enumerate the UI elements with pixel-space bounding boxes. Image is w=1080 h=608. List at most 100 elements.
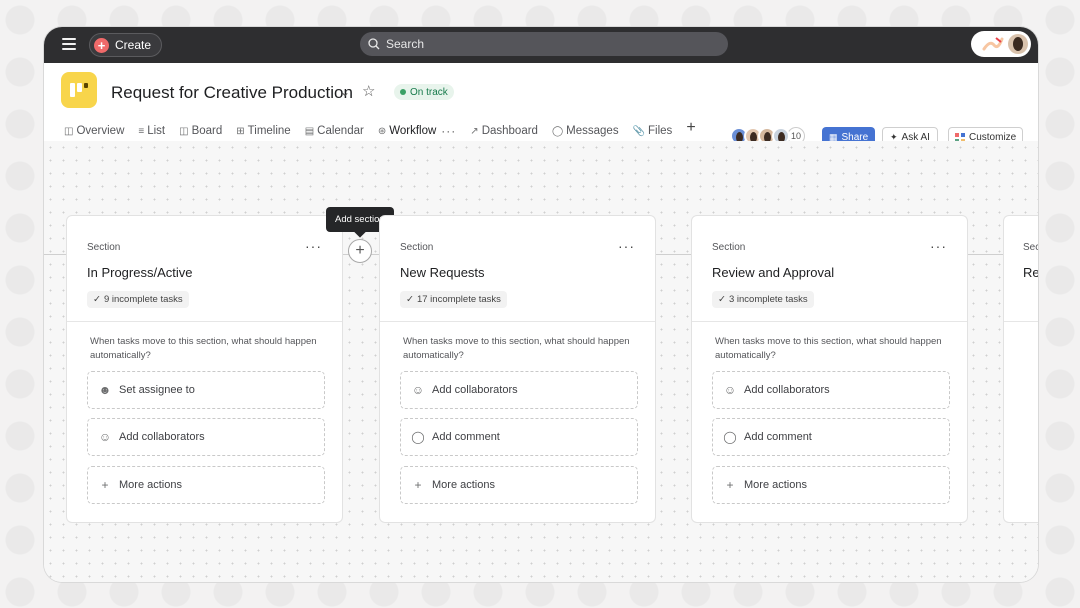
- section-title[interactable]: New Requests: [400, 265, 485, 280]
- add-tab-icon[interactable]: +: [686, 120, 695, 136]
- section-title[interactable]: Re: [1023, 265, 1038, 280]
- action-label: Add collaborators: [744, 384, 830, 396]
- board-icon: ◫: [179, 125, 189, 137]
- dashboard-icon: ↗: [470, 125, 479, 137]
- status-dot-icon: [400, 89, 406, 95]
- section-header: Section ··· Review and Approval ✓︎ 3 inco…: [692, 216, 967, 322]
- add-section-button[interactable]: +: [348, 239, 372, 263]
- comment-icon: ◯: [411, 430, 425, 444]
- more-icon[interactable]: ···: [930, 238, 947, 254]
- tab-label: Dashboard: [481, 125, 538, 137]
- search-icon: [368, 38, 380, 50]
- incomplete-tasks-badge[interactable]: ✓︎ 3 incomplete tasks: [712, 291, 814, 308]
- status-badge[interactable]: On track: [394, 84, 454, 100]
- incomplete-tasks-badge[interactable]: ✓︎ 9 incomplete tasks: [87, 291, 189, 308]
- badge-label: 9 incomplete tasks: [103, 294, 183, 305]
- section-label: Section: [712, 242, 746, 253]
- person-icon: ☻: [98, 383, 112, 397]
- action-label: Add collaborators: [432, 384, 518, 396]
- page-title: Request for Creative Production: [111, 83, 353, 102]
- action-label: Add comment: [432, 431, 500, 443]
- action-label: Set assignee to: [119, 384, 195, 396]
- action-label: More actions: [432, 479, 495, 491]
- add-collaborators-button[interactable]: ☺ Add collaborators: [87, 418, 325, 456]
- plus-icon: +: [414, 478, 422, 492]
- automation-prompt: When tasks move to this section, what sh…: [715, 336, 942, 361]
- section-label: Section: [87, 242, 121, 253]
- badge-label: 3 incomplete tasks: [728, 294, 808, 305]
- plus-icon: +: [94, 37, 109, 53]
- check-circle-icon: ✓︎: [93, 294, 101, 305]
- more-icon[interactable]: ···: [441, 124, 456, 138]
- avatar: [1008, 34, 1028, 54]
- add-collaborators-button[interactable]: ☺ Add collaborators: [712, 371, 950, 409]
- board-project-icon: [70, 83, 88, 97]
- section-header: Sec Re: [1004, 216, 1038, 322]
- section-card[interactable]: Section ··· Review and Approval ✓︎ 3 inco…: [691, 215, 968, 523]
- search-placeholder: Search: [386, 37, 425, 51]
- people-icon: ☺: [723, 383, 737, 397]
- chevron-down-icon[interactable]: ⌄: [340, 85, 350, 99]
- create-button[interactable]: + Create: [89, 33, 163, 57]
- add-comment-button[interactable]: ◯ Add comment: [400, 418, 638, 456]
- more-icon[interactable]: ···: [305, 238, 322, 254]
- workflow-icon: ⊛: [377, 125, 387, 137]
- tab-label: Overview: [76, 125, 125, 137]
- more-actions-button[interactable]: + More actions: [400, 466, 638, 504]
- section-label: Section: [400, 242, 434, 253]
- star-icon[interactable]: ☆: [362, 82, 375, 100]
- add-comment-button[interactable]: ◯ Add comment: [712, 418, 950, 456]
- section-title[interactable]: Review and Approval: [712, 265, 834, 280]
- section-card[interactable]: Section ··· In Progress/Active ✓︎ 9 incom…: [66, 215, 343, 523]
- action-label: More actions: [744, 479, 807, 491]
- tab-label: List: [147, 125, 166, 137]
- tab-label: Timeline: [247, 125, 291, 137]
- more-actions-button[interactable]: + More actions: [87, 466, 325, 504]
- section-header: Section ··· In Progress/Active ✓︎ 9 incom…: [67, 216, 342, 322]
- check-circle-icon: ✓︎: [718, 294, 726, 305]
- add-collaborators-button[interactable]: ☺ Add collaborators: [400, 371, 638, 409]
- workflow-canvas[interactable]: Section ··· In Progress/Active ✓︎ 9 incom…: [44, 141, 1038, 582]
- create-label: Create: [115, 38, 152, 52]
- action-label: Add collaborators: [119, 431, 205, 443]
- comment-icon: ◯: [723, 430, 737, 444]
- app-window: + Create Search Request for Creative Pro…: [44, 27, 1038, 582]
- tab-label: Board: [191, 125, 223, 137]
- badge-label: 17 incomplete tasks: [416, 294, 501, 305]
- tab-label: Files: [648, 125, 673, 137]
- set-assignee-button[interactable]: ☻ Set assignee to: [87, 371, 325, 409]
- more-actions-button[interactable]: + More actions: [712, 466, 950, 504]
- action-label: Add comment: [744, 431, 812, 443]
- list-icon: ≡: [138, 125, 145, 137]
- tab-label: Calendar: [317, 125, 364, 137]
- section-card[interactable]: Section ··· New Requests ✓︎ 17 incomplete…: [379, 215, 656, 523]
- people-icon: ☺: [98, 430, 112, 444]
- section-card[interactable]: Sec Re: [1003, 215, 1038, 523]
- project-icon[interactable]: [61, 72, 97, 108]
- automation-prompt: When tasks move to this section, what sh…: [403, 336, 630, 361]
- status-label: On track: [410, 86, 448, 98]
- tab-label: Messages: [566, 125, 619, 137]
- people-icon: ☺: [411, 383, 425, 397]
- overview-icon: ◫: [64, 125, 74, 137]
- menu-icon[interactable]: [62, 38, 76, 50]
- more-icon[interactable]: ···: [618, 238, 635, 254]
- incomplete-tasks-badge[interactable]: ✓︎ 17 incomplete tasks: [400, 291, 507, 308]
- profile-button[interactable]: [971, 31, 1031, 57]
- files-icon: 📎: [632, 125, 646, 137]
- check-circle-icon: ✓︎: [406, 294, 414, 305]
- section-label: Sec: [1023, 242, 1038, 253]
- trial-badge-icon: [982, 37, 1004, 51]
- section-title[interactable]: In Progress/Active: [87, 265, 193, 280]
- project-header: Request for Creative Production ⌄ ☆ On t…: [44, 63, 1038, 148]
- top-bar: + Create Search: [44, 27, 1038, 63]
- section-header: Section ··· New Requests ✓︎ 17 incomplete…: [380, 216, 655, 322]
- messages-icon: ◯: [551, 125, 564, 137]
- search-input[interactable]: Search: [360, 32, 728, 56]
- action-label: More actions: [119, 479, 182, 491]
- calendar-icon: ▤: [304, 125, 315, 137]
- plus-icon: +: [101, 478, 109, 492]
- plus-icon: +: [726, 478, 734, 492]
- tab-label: Workflow: [389, 125, 437, 137]
- automation-prompt: When tasks move to this section, what sh…: [90, 336, 317, 361]
